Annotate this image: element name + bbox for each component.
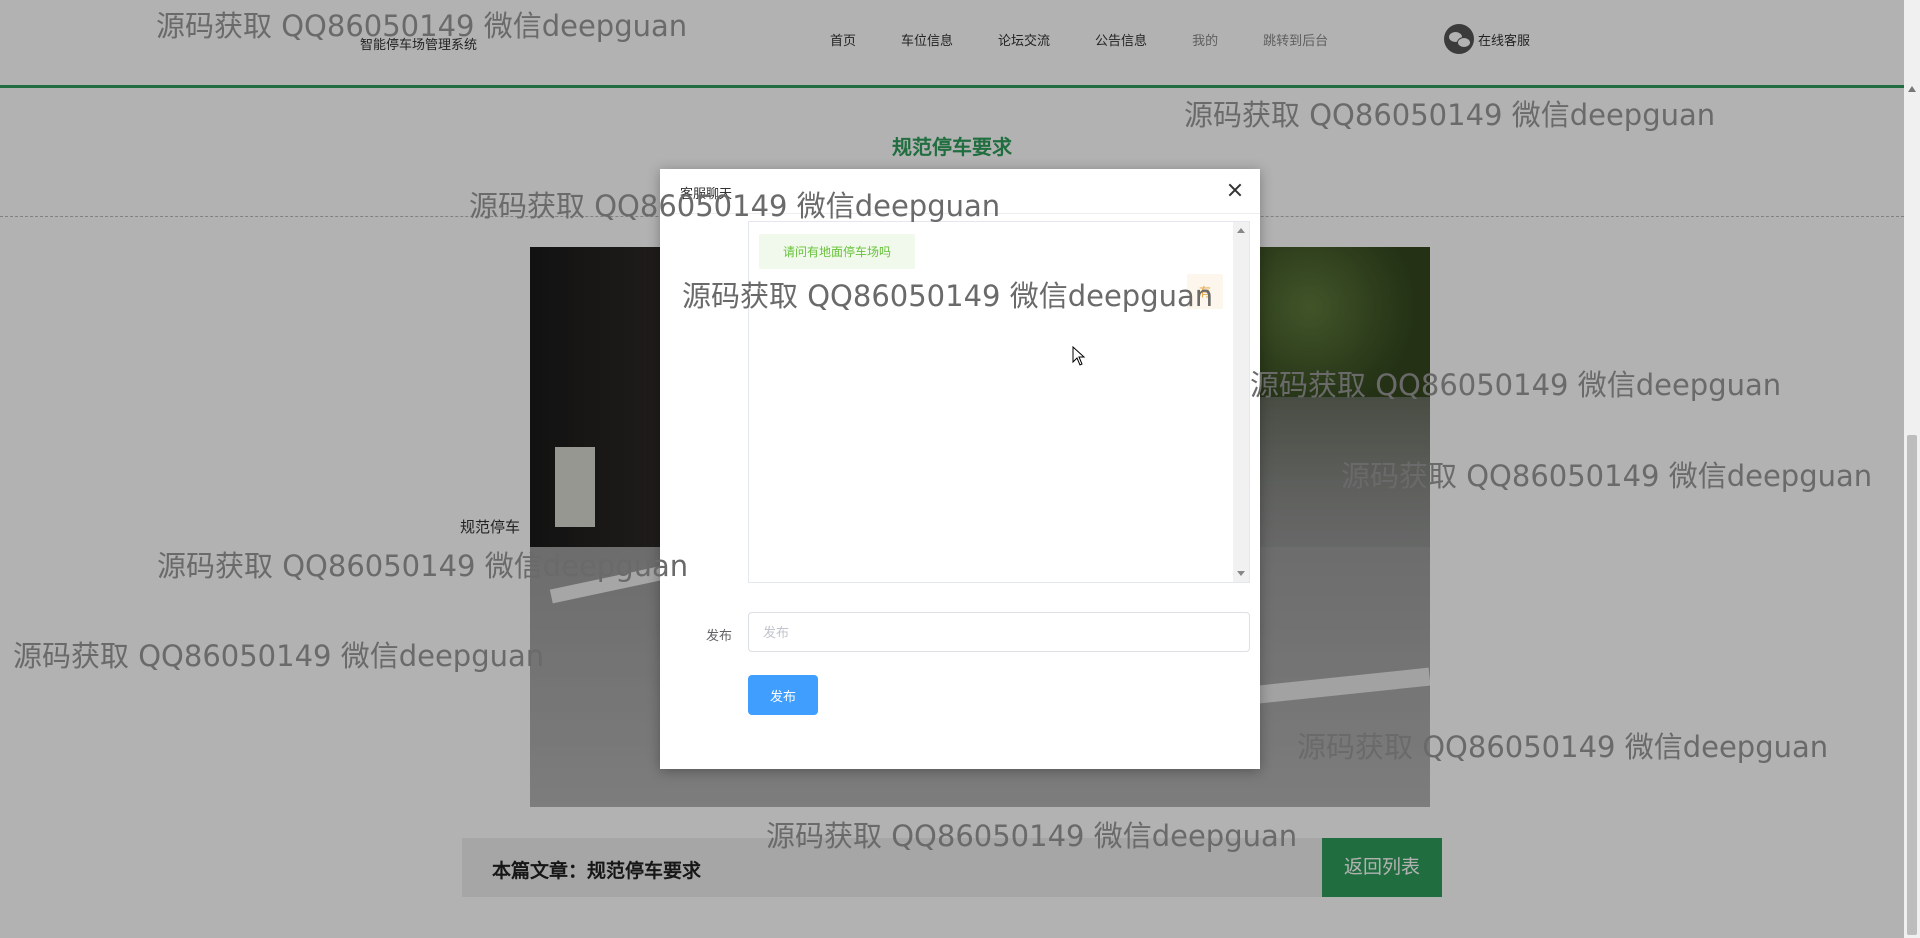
page-scrollbar[interactable] (1904, 0, 1920, 938)
watermark: 源码获取 QQ86050149 微信deepguan (1250, 368, 1782, 402)
watermark: 源码获取 QQ86050149 微信deepguan (1184, 98, 1716, 132)
watermark: 源码获取 QQ86050149 微信deepguan (157, 549, 689, 583)
chat-message-left: 请问有地面停车场吗 (759, 234, 916, 269)
page-scrollbar-thumb[interactable] (1907, 435, 1917, 935)
publish-input[interactable] (748, 612, 1250, 652)
watermark: 源码获取 QQ86050149 微信deepguan (469, 189, 1001, 223)
chat-scrollbar[interactable] (1233, 222, 1249, 582)
watermark: 源码获取 QQ86050149 微信deepguan (1341, 459, 1873, 493)
scroll-down-icon[interactable] (1237, 571, 1245, 576)
watermark: 源码获取 QQ86050149 微信deepguan (1297, 730, 1829, 764)
scroll-up-icon[interactable] (1237, 228, 1245, 233)
chat-dialog: 客服聊天 请问有地面停车场吗 有 发布 发布 (660, 169, 1260, 769)
watermark: 源码获取 QQ86050149 微信deepguan (13, 639, 545, 673)
watermark: 源码获取 QQ86050149 微信deepguan (156, 9, 688, 43)
close-icon[interactable] (1226, 181, 1244, 199)
watermark: 源码获取 QQ86050149 微信deepguan (766, 819, 1298, 853)
watermark: 源码获取 QQ86050149 微信deepguan (682, 279, 1214, 313)
publish-label: 发布 (706, 628, 733, 643)
publish-button[interactable]: 发布 (748, 675, 818, 715)
